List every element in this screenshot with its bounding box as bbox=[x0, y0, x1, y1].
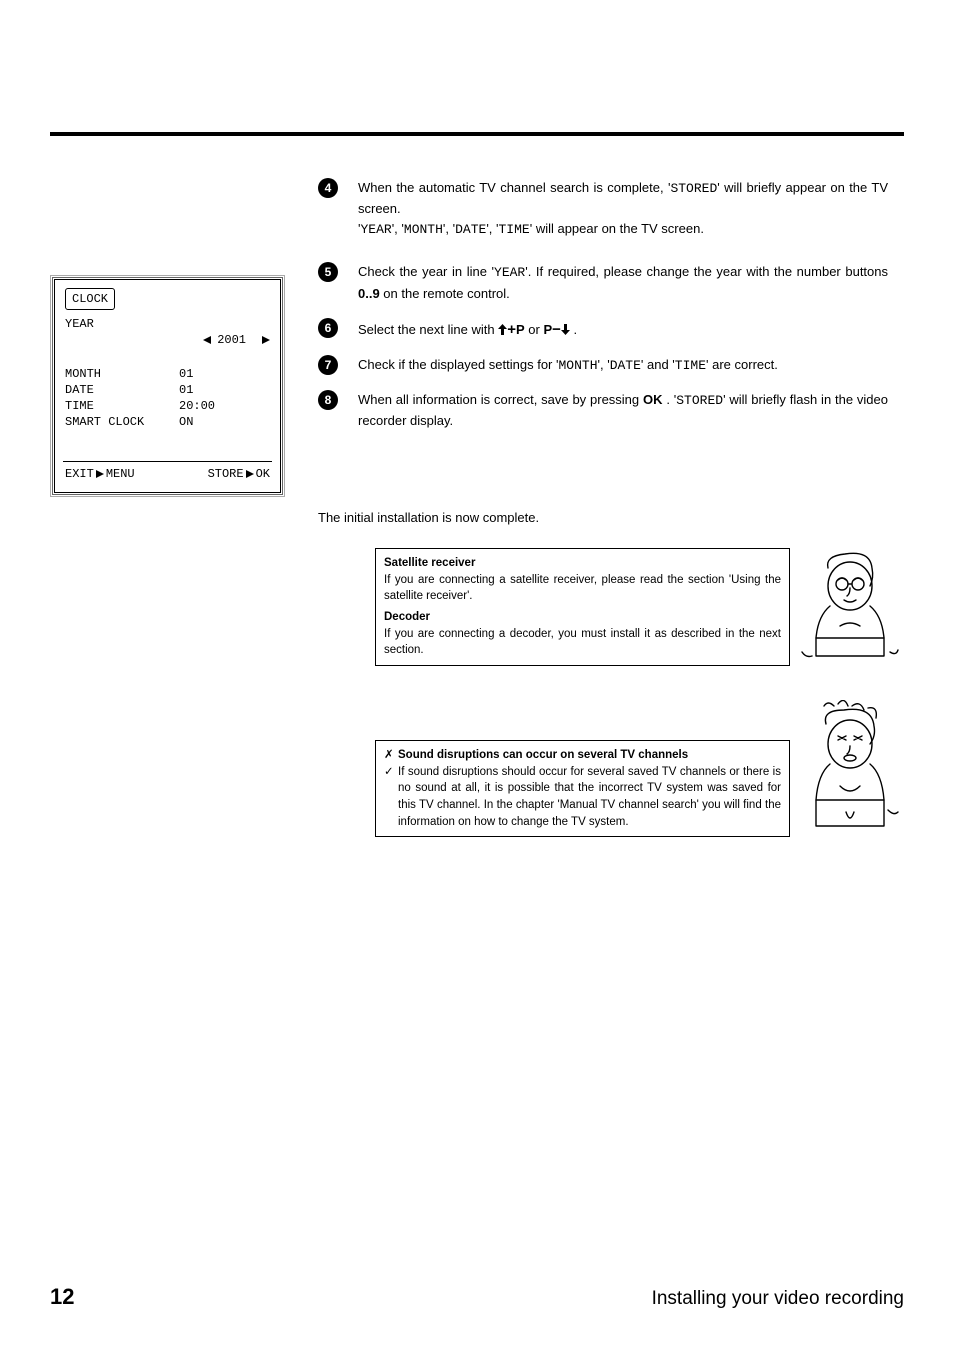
text: ' will appear on the TV screen. bbox=[530, 221, 704, 236]
step-6: 6 Select the next line with +P or P− . bbox=[318, 318, 888, 341]
osd-label: SMART CLOCK bbox=[65, 414, 165, 430]
info-decoder-text: If you are connecting a decoder, you mus… bbox=[384, 626, 781, 659]
month-literal: MONTH bbox=[404, 222, 443, 237]
osd-value: 20:00 bbox=[165, 398, 270, 414]
text: When the automatic TV channel search is … bbox=[358, 180, 670, 195]
stored-literal: STORED bbox=[676, 393, 723, 408]
arrow-right-icon bbox=[246, 470, 254, 478]
text: When all information is correct, save by… bbox=[358, 392, 643, 407]
text: . bbox=[574, 322, 578, 337]
step-7-body: Check if the displayed settings for 'MON… bbox=[358, 355, 888, 376]
date-literal: DATE bbox=[455, 222, 486, 237]
osd-row-year: YEAR 2001 bbox=[65, 316, 270, 366]
text: Select the next line with bbox=[358, 322, 498, 337]
info-satellite-text: If you are connecting a satellite receiv… bbox=[384, 572, 781, 605]
info-sound-title: Sound disruptions can occur on several T… bbox=[398, 747, 781, 764]
step-number-icon: 7 bbox=[318, 355, 338, 375]
info-box-sound-disruptions: ✗ Sound disruptions can occur on several… bbox=[375, 740, 790, 837]
top-rule bbox=[50, 132, 904, 136]
text: on the remote control. bbox=[380, 286, 510, 301]
step-8: 8 When all information is correct, save … bbox=[318, 390, 888, 431]
page-number: 12 bbox=[50, 1284, 74, 1310]
month-literal: MONTH bbox=[558, 358, 597, 373]
osd-value: 01 bbox=[165, 366, 270, 382]
text: Check if the displayed settings for ' bbox=[358, 357, 558, 372]
text: ', ' bbox=[486, 221, 498, 236]
footer-section-title: Installing your video recording bbox=[652, 1288, 904, 1310]
step-8-body: When all information is correct, save by… bbox=[358, 390, 888, 431]
ok-button-label: OK bbox=[643, 392, 663, 407]
check-icon: ✓ bbox=[384, 764, 398, 781]
step-6-body: Select the next line with +P or P− . bbox=[358, 318, 888, 341]
p-button-label: P bbox=[543, 322, 552, 337]
osd-label: DATE bbox=[65, 382, 165, 398]
step-number-icon: 8 bbox=[318, 390, 338, 410]
osd-label: TIME bbox=[65, 398, 165, 414]
osd-footer-exit: EXIT bbox=[65, 466, 94, 482]
osd-title-text: CLOCK bbox=[72, 292, 108, 306]
numbers-button-label: 0..9 bbox=[358, 286, 380, 301]
info-satellite-title: Satellite receiver bbox=[384, 555, 781, 572]
cross-icon: ✗ bbox=[384, 747, 398, 764]
osd-title: CLOCK bbox=[65, 288, 115, 310]
info-box-receiver-decoder: Satellite receiver If you are connecting… bbox=[375, 548, 790, 666]
text: ' and ' bbox=[641, 357, 675, 372]
text: '. If required, please change the year w… bbox=[525, 264, 888, 279]
puzzled-person-icon bbox=[800, 700, 900, 830]
time-literal: TIME bbox=[499, 222, 530, 237]
osd-value: 2001 bbox=[217, 332, 246, 348]
installation-complete-text: The initial installation is now complete… bbox=[318, 510, 539, 525]
text: ', ' bbox=[443, 221, 455, 236]
step-number-icon: 6 bbox=[318, 318, 338, 338]
step-4-body: When the automatic TV channel search is … bbox=[358, 178, 888, 240]
text: . ' bbox=[662, 392, 676, 407]
osd-row-month: MONTH 01 bbox=[65, 366, 270, 382]
osd-clock-box: CLOCK YEAR 2001 MONTH 01 DATE 01 bbox=[50, 275, 285, 497]
time-literal: TIME bbox=[675, 358, 706, 373]
osd-label: YEAR bbox=[65, 316, 131, 366]
text: ' are correct. bbox=[706, 357, 778, 372]
osd-footer: EXIT MENU STORE OK bbox=[65, 466, 270, 482]
osd-row-time: TIME 20:00 bbox=[65, 398, 270, 414]
stored-literal: STORED bbox=[670, 181, 717, 196]
arrow-left-icon bbox=[203, 336, 211, 344]
step-number-icon: 4 bbox=[318, 178, 338, 198]
osd-label: MONTH bbox=[65, 366, 165, 382]
osd-footer-store: STORE bbox=[208, 466, 244, 482]
step-4: 4 When the automatic TV channel search i… bbox=[318, 178, 888, 240]
osd-separator bbox=[63, 461, 272, 462]
steps-list: 4 When the automatic TV channel search i… bbox=[318, 178, 888, 445]
osd-value: 01 bbox=[165, 382, 270, 398]
page-footer: 12 Installing your video recording bbox=[50, 1284, 904, 1310]
text: ', ' bbox=[392, 221, 404, 236]
info-sound-body: If sound disruptions should occur for se… bbox=[398, 764, 781, 831]
text: Check the year in line ' bbox=[358, 264, 494, 279]
arrow-right-icon bbox=[96, 470, 104, 478]
text: or bbox=[528, 322, 543, 337]
osd-footer-ok: OK bbox=[256, 466, 270, 482]
step-7: 7 Check if the displayed settings for 'M… bbox=[318, 355, 888, 376]
helper-person-icon bbox=[800, 548, 900, 648]
osd-row-date: DATE 01 bbox=[65, 382, 270, 398]
year-literal: YEAR bbox=[360, 222, 391, 237]
step-number-icon: 5 bbox=[318, 262, 338, 282]
arrow-right-icon bbox=[262, 336, 270, 344]
date-literal: DATE bbox=[610, 358, 641, 373]
osd-row-smartclock: SMART CLOCK ON bbox=[65, 414, 270, 430]
year-literal: YEAR bbox=[494, 265, 525, 280]
arrow-up-icon bbox=[498, 324, 507, 335]
osd-value: ON bbox=[165, 414, 270, 430]
text: ', ' bbox=[598, 357, 610, 372]
step-5: 5 Check the year in line 'YEAR'. If requ… bbox=[318, 262, 888, 303]
info-decoder-title: Decoder bbox=[384, 609, 781, 626]
arrow-down-icon bbox=[561, 324, 570, 335]
step-5-body: Check the year in line 'YEAR'. If requir… bbox=[358, 262, 888, 303]
osd-footer-menu: MENU bbox=[106, 466, 135, 482]
p-button-label: P bbox=[516, 322, 525, 337]
